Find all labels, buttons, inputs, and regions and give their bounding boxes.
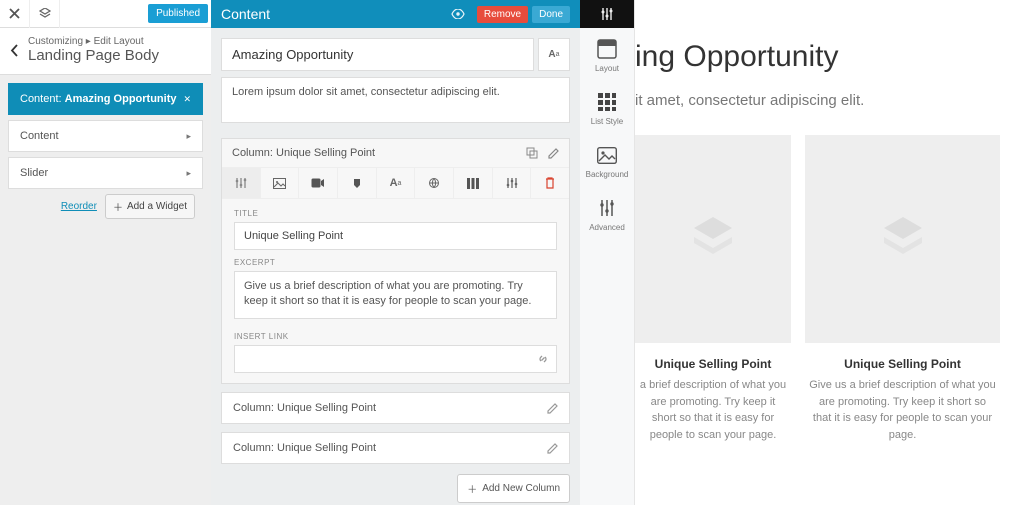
column-link-input[interactable] [234, 345, 557, 373]
customizer-topbar: Published [0, 0, 211, 28]
customizer-sidebar: Published Customizing ▸ Edit Layout Land… [0, 0, 211, 505]
tool-advanced[interactable]: Advanced [580, 187, 634, 240]
reorder-link[interactable]: Reorder [61, 201, 97, 212]
plus-icon: ＋ [113, 199, 123, 214]
edit-icon[interactable] [548, 148, 559, 159]
column-editor-open: Column: Unique Selling Point Aa [221, 138, 570, 384]
close-icon[interactable] [0, 0, 30, 28]
column-collapsed-label: Column: Unique Selling Point [233, 402, 376, 414]
font-size-button[interactable]: Aa [538, 38, 570, 71]
page-title: Landing Page Body [28, 47, 159, 64]
link-field-label: INSERT LINK [234, 332, 557, 341]
editor-header: Content Remove Done [211, 0, 580, 28]
tool-list-style[interactable]: List Style [580, 81, 634, 134]
preview-pane: ing Opportunity it amet, consectetur adi… [635, 0, 1024, 505]
preview-card: Unique Selling Point Give us a brief des… [805, 135, 1000, 443]
background-icon [596, 144, 618, 166]
breadcrumb-text: Customizing ▸ Edit Layout [28, 36, 159, 47]
sidebar-item-content[interactable]: Content ▸ [8, 120, 203, 152]
plus-icon: ＋ [467, 481, 477, 496]
preview-subheading: it amet, consectetur adipiscing elit. [635, 92, 1024, 109]
column-title: Column: Unique Selling Point [232, 147, 516, 159]
preview-card-desc: a brief description of what you are prom… [635, 377, 791, 443]
published-button[interactable]: Published [148, 4, 208, 23]
editor-title: Content [221, 6, 451, 22]
title-field-label: TITLE [234, 209, 557, 218]
column-collapsed[interactable]: Column: Unique Selling Point [221, 432, 570, 464]
preview-card-title: Unique Selling Point [635, 357, 791, 371]
tools-header-icon[interactable] [580, 0, 634, 28]
tool-label: List Style [591, 117, 623, 126]
column-collapsed-label: Column: Unique Selling Point [233, 442, 376, 454]
content-editor: Content Remove Done Aa Lorem ipsum dolor… [211, 0, 580, 505]
columns-icon[interactable] [454, 168, 493, 198]
edit-icon[interactable] [547, 403, 558, 414]
close-icon[interactable]: ✕ [183, 94, 191, 105]
body-textarea[interactable]: Lorem ipsum dolor sit amet, consectetur … [221, 77, 570, 123]
preview-card-title: Unique Selling Point [805, 357, 1000, 371]
preview-heading: ing Opportunity [635, 40, 1024, 74]
font-size-icon[interactable]: Aa [377, 168, 416, 198]
heading-input[interactable] [221, 38, 534, 71]
excerpt-field-label: EXCERPT [234, 258, 557, 267]
sidebar-item-label: Content [20, 130, 59, 142]
preview-card-image [805, 135, 1000, 343]
chevron-right-icon: ▸ [186, 131, 191, 142]
link-icon[interactable] [537, 353, 549, 365]
sidebar-item-label: Content: Amazing Opportunity [20, 93, 176, 105]
tool-label: Layout [595, 64, 619, 73]
trash-icon[interactable] [531, 168, 569, 198]
link-icon[interactable] [415, 168, 454, 198]
add-column-button[interactable]: ＋ Add New Column [457, 474, 570, 503]
preview-card-image [635, 135, 791, 343]
sidebar-item-content-amazing[interactable]: Content: Amazing Opportunity ✕ [8, 83, 203, 115]
add-column-label: Add New Column [482, 483, 560, 494]
breadcrumb: Customizing ▸ Edit Layout Landing Page B… [0, 28, 211, 75]
tool-label: Advanced [589, 223, 625, 232]
duplicate-icon[interactable] [526, 147, 538, 159]
design-tools: Layout List Style Background Advanced [580, 0, 635, 505]
tool-background[interactable]: Background [580, 134, 634, 187]
video-icon[interactable] [299, 168, 338, 198]
sidebar-item-slider[interactable]: Slider ▸ [8, 157, 203, 189]
tool-layout[interactable]: Layout [580, 28, 634, 81]
layout-icon [596, 38, 618, 60]
column-collapsed[interactable]: Column: Unique Selling Point [221, 392, 570, 424]
layers-icon[interactable] [30, 0, 60, 28]
sliders-icon[interactable] [222, 168, 261, 198]
column-toolbar: Aa [222, 167, 569, 199]
preview-card: Unique Selling Point a brief description… [635, 135, 791, 443]
remove-button[interactable]: Remove [477, 6, 528, 23]
column-excerpt-textarea[interactable]: Give us a brief description of what you … [234, 271, 557, 319]
back-button[interactable] [10, 44, 28, 57]
quote-icon[interactable] [338, 168, 377, 198]
list-style-icon [596, 91, 618, 113]
sidebar-item-label: Slider [20, 167, 48, 179]
done-button[interactable]: Done [532, 6, 570, 23]
tool-label: Background [586, 170, 629, 179]
column-title-input[interactable] [234, 222, 557, 250]
preview-card-desc: Give us a brief description of what you … [805, 377, 1000, 443]
advanced-icon [596, 197, 618, 219]
edit-icon[interactable] [547, 443, 558, 454]
image-icon[interactable] [261, 168, 300, 198]
equalizer-icon[interactable] [493, 168, 532, 198]
eye-icon[interactable] [451, 9, 465, 19]
add-widget-label: Add a Widget [127, 201, 187, 212]
add-widget-button[interactable]: ＋ Add a Widget [105, 194, 195, 219]
chevron-right-icon: ▸ [186, 168, 191, 179]
